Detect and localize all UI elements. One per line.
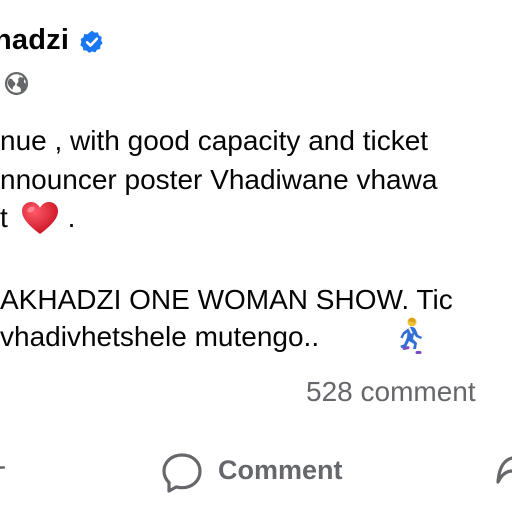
like-icon-fragment[interactable] <box>0 466 8 472</box>
woman-running-emoji <box>400 317 422 354</box>
verified-badge-icon <box>80 30 103 53</box>
post-text-line: nnouncer poster Vhadiwane vhawa <box>0 164 438 195</box>
post-text-fragment: t <box>0 202 8 233</box>
globe-icon[interactable] <box>4 71 29 96</box>
comment-label: Comment <box>218 455 343 485</box>
post-text-tail: . <box>67 202 76 233</box>
comment-bubble-icon <box>162 453 202 493</box>
comments-count[interactable]: 528 comment <box>306 376 476 408</box>
author-name[interactable]: hadzi <box>0 24 69 57</box>
post-text-line: nue , with good capacity and ticket <box>0 125 429 156</box>
post-text-line: vhadivhetshele mutengo.. <box>0 321 320 352</box>
meta-separator: · <box>0 74 1 94</box>
post-text-line: AKHADZI ONE WOMAN SHOW. Tic <box>0 284 453 315</box>
share-arrow-icon[interactable] <box>496 452 512 486</box>
red-heart-emoji <box>22 202 58 234</box>
